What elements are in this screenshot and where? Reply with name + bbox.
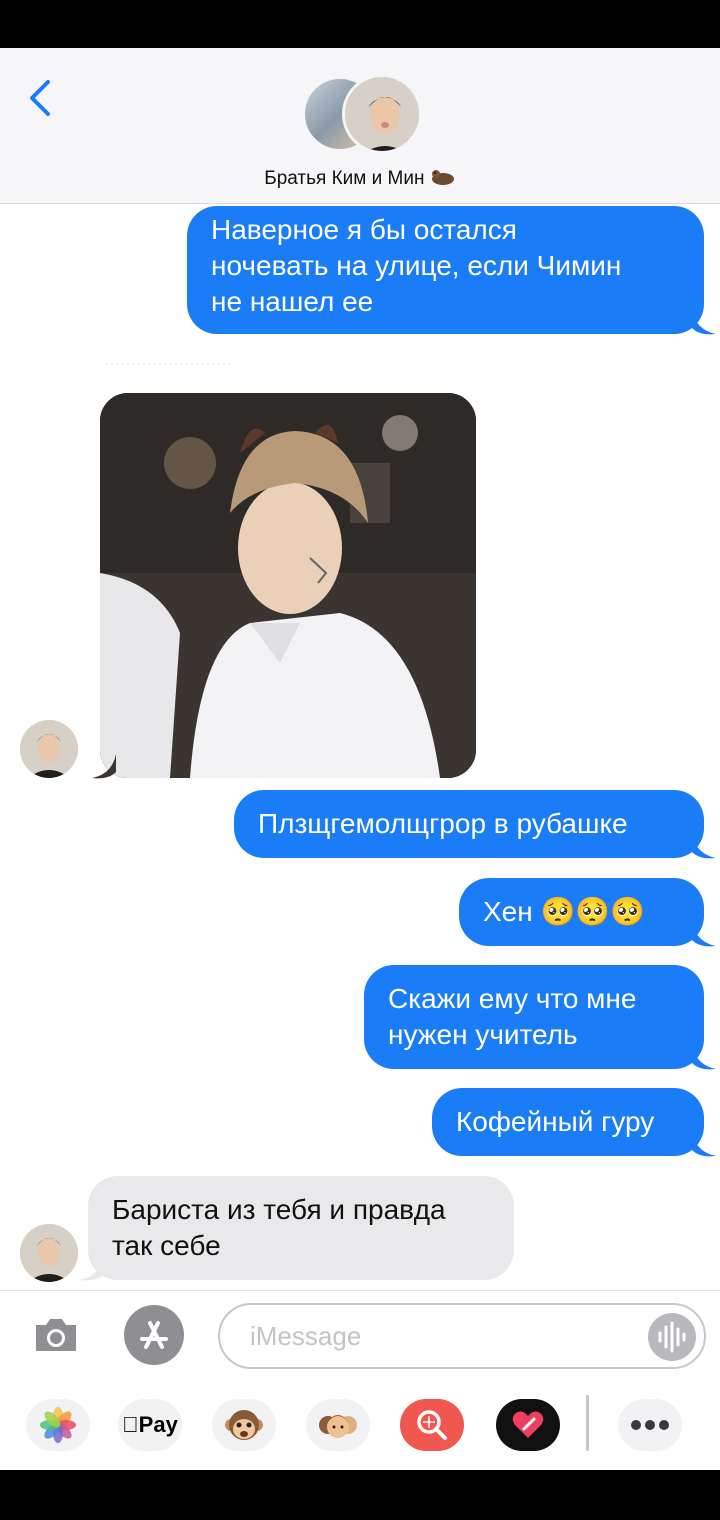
photos-icon bbox=[40, 1407, 76, 1443]
photos-app-button[interactable] bbox=[26, 1399, 90, 1451]
timestamp: ‥‥‥‥‥‥‥‥‥‥‥‥ bbox=[104, 352, 233, 369]
back-button[interactable] bbox=[22, 76, 62, 120]
otter-emoji-icon bbox=[430, 168, 456, 186]
bubble-tail bbox=[692, 834, 716, 859]
apple-pay-icon: Pay bbox=[122, 1412, 178, 1437]
message-bubble-outgoing[interactable]: Плзщгемолщгрор в рубашке bbox=[234, 790, 704, 858]
conversation-header: Братья Ким и Мин bbox=[0, 48, 720, 204]
more-icon bbox=[631, 1420, 669, 1430]
group-avatars[interactable] bbox=[302, 74, 422, 156]
message-input-placeholder: iMessage bbox=[250, 1321, 362, 1351]
apple-pay-app-button[interactable]: Pay bbox=[118, 1399, 182, 1451]
more-apps-button[interactable] bbox=[618, 1399, 682, 1451]
memoji-icon bbox=[319, 1415, 357, 1438]
avatar[interactable] bbox=[20, 1224, 78, 1282]
bubble-tail bbox=[692, 922, 716, 947]
app-store-icon bbox=[124, 1305, 184, 1365]
digital-touch-icon bbox=[512, 1411, 544, 1438]
message-bubble-outgoing[interactable]: Хен 🥺🥺🥺 bbox=[459, 878, 704, 946]
bubble-tail bbox=[692, 1132, 716, 1157]
message-input[interactable]: iMessage bbox=[218, 1303, 706, 1369]
message-bubble-outgoing[interactable]: Наверное я бы остался ночевать на улице,… bbox=[187, 206, 704, 334]
compose-bar: iMessage Pay bbox=[0, 1290, 720, 1470]
image-search-icon bbox=[417, 1410, 447, 1440]
chevron-left-icon bbox=[30, 80, 50, 116]
camera-icon bbox=[36, 1319, 76, 1351]
conversation-title-text: Братья Ким и Мин bbox=[264, 168, 425, 189]
photo-attachment[interactable] bbox=[100, 393, 476, 778]
message-bubble-outgoing[interactable]: Скажи ему что мне нужен учитель bbox=[364, 965, 704, 1069]
message-bubble-outgoing[interactable]: Кофейный гуру bbox=[432, 1088, 704, 1156]
memoji-app-button[interactable] bbox=[306, 1399, 370, 1451]
conversation-title[interactable]: Братья Ким и Мин bbox=[0, 168, 720, 190]
animoji-icon bbox=[225, 1410, 263, 1440]
app-drawer: Pay bbox=[0, 1389, 720, 1469]
app-drawer-divider bbox=[586, 1395, 589, 1451]
bubble-tail bbox=[80, 1256, 104, 1281]
voice-message-button[interactable] bbox=[648, 1313, 696, 1361]
image-search-app-button[interactable] bbox=[400, 1399, 464, 1451]
bubble-tail bbox=[692, 1045, 716, 1070]
app-store-button[interactable] bbox=[122, 1303, 186, 1367]
avatar bbox=[342, 74, 422, 154]
messages-screen: Братья Ким и Мин ‥‥‥‥‥‥‥‥‥‥‥‥ Наверное я… bbox=[0, 48, 720, 1470]
waveform-icon bbox=[658, 1321, 686, 1353]
camera-button[interactable] bbox=[30, 1309, 82, 1361]
animoji-app-button[interactable] bbox=[212, 1399, 276, 1451]
bubble-tail bbox=[92, 754, 116, 779]
message-bubble-incoming[interactable]: Бариста из тебя и правда так себе bbox=[88, 1176, 514, 1280]
avatar[interactable] bbox=[20, 720, 78, 778]
digital-touch-app-button[interactable] bbox=[496, 1399, 560, 1451]
bubble-tail bbox=[692, 310, 716, 335]
